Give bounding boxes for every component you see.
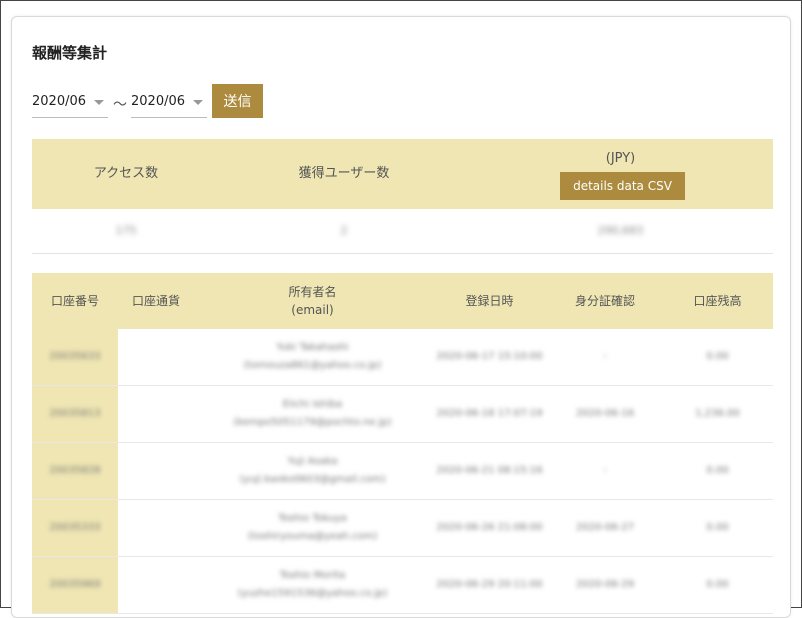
owner-cell: Toshio Morita (yuzhe1591536@yahoo.co.jp) [194, 556, 431, 614]
balance-cell: 0.00 [662, 442, 773, 500]
account-currency-cell [118, 329, 194, 386]
account-currency-cell [118, 385, 194, 443]
balance-cell: 0.00 [662, 329, 773, 386]
registered-cell: 2020-06-29 20:11:00 [431, 556, 548, 614]
owner-email-label: (email) [291, 303, 334, 317]
account-number-cell: 20035633 [32, 329, 118, 386]
col-account-currency: 口座通貨 [118, 273, 194, 329]
verified-cell: 2020-06-27 [548, 499, 662, 557]
col-owner-name: 所有者名 (email) [194, 273, 431, 329]
account-number-cell: 20035969 [32, 556, 118, 614]
chevron-down-icon [193, 100, 203, 105]
verified-cell: - [548, 442, 662, 500]
table-row: 20035969 Toshio Morita (yuzhe1591536@yaho… [32, 556, 773, 614]
account-number-cell: 20035813 [32, 385, 118, 443]
col-account-number: 口座番号 [32, 273, 118, 329]
account-number-cell: 20035828 [32, 442, 118, 500]
users-count-value: 2 [340, 224, 348, 237]
table-header-row: 口座番号 口座通貨 所有者名 (email) 登録日時 身分証確認 口座残高 [32, 273, 773, 329]
col-balance: 口座残高 [662, 273, 773, 329]
owner-cell: Yuji Asaka (yuji.kaoko0603@gmail.com) [194, 442, 431, 500]
from-month-select[interactable]: 2020/06 [32, 87, 108, 118]
users-count-header: 獲得ユーザー数 [298, 166, 390, 181]
owner-cell: Toshio Tokuya (toshiryouma@yeah.com) [194, 499, 431, 557]
account-currency-cell [118, 442, 194, 500]
access-count-value: 175 [115, 224, 137, 237]
chevron-down-icon [94, 100, 104, 105]
details-csv-button[interactable]: details data CSV [560, 172, 685, 200]
table-row: 20035828 Yuji Asaka (yuji.kaoko0603@gmail… [32, 442, 773, 500]
access-count-header: アクセス数 [93, 166, 159, 181]
registered-cell: 2020-06-18 17:07:19 [431, 385, 548, 443]
table-row: 20035333 Toshio Tokuya (toshiryouma@yeah.… [32, 499, 773, 557]
summary-values: 175 2 290,683 [32, 209, 773, 254]
account-number-cell: 20035333 [32, 499, 118, 557]
verified-cell: - [548, 329, 662, 386]
balance-cell: 1,236.00 [662, 385, 773, 443]
account-currency-cell [118, 499, 194, 557]
col-id-verification: 身分証確認 [548, 273, 662, 329]
owner-name-label: 所有者名 [288, 285, 337, 299]
table-row: 20035813 Eiichi Ishiba (kempo5051179@poch… [32, 385, 773, 443]
to-month-select[interactable]: 2020/06 [131, 87, 207, 118]
col-registered-at: 登録日時 [431, 273, 548, 329]
report-card: 報酬等集計 2020/06 ～ 2020/06 送信 アクセス数 獲得ユーザー数… [11, 16, 791, 618]
amount-value: 290,683 [597, 224, 644, 237]
owner-cell: Eiichi Ishiba (kempo5051179@pochto.ne.jp) [194, 385, 431, 443]
account-currency-cell [118, 556, 194, 614]
registered-cell: 2020-06-21 08:15:16 [431, 442, 548, 500]
accounts-table: 口座番号 口座通貨 所有者名 (email) 登録日時 身分証確認 口座残高 20… [32, 273, 773, 614]
range-separator: ～ [113, 97, 127, 113]
to-month-value: 2020/06 [131, 94, 186, 109]
verified-cell: 2020-06-16 [548, 385, 662, 443]
registered-cell: 2020-06-26 21:08:00 [431, 499, 548, 557]
table-row: 20035633 Yuki Takahashi (tomouza861@yahoo… [32, 329, 773, 386]
verified-cell: 2020-06-29 [548, 556, 662, 614]
page-title: 報酬等集計 [32, 44, 108, 62]
summary-header: アクセス数 獲得ユーザー数 (JPY) details data CSV [32, 139, 773, 209]
owner-cell: Yuki Takahashi (tomouza861@yahoo.co.jp) [194, 329, 431, 386]
submit-button[interactable]: 送信 [212, 84, 263, 118]
balance-cell: 0.00 [662, 499, 773, 557]
amount-header: (JPY) [605, 151, 636, 166]
from-month-value: 2020/06 [32, 94, 87, 109]
balance-cell: 0.00 [662, 556, 773, 614]
registered-cell: 2020-06-17 15:10:00 [431, 329, 548, 386]
